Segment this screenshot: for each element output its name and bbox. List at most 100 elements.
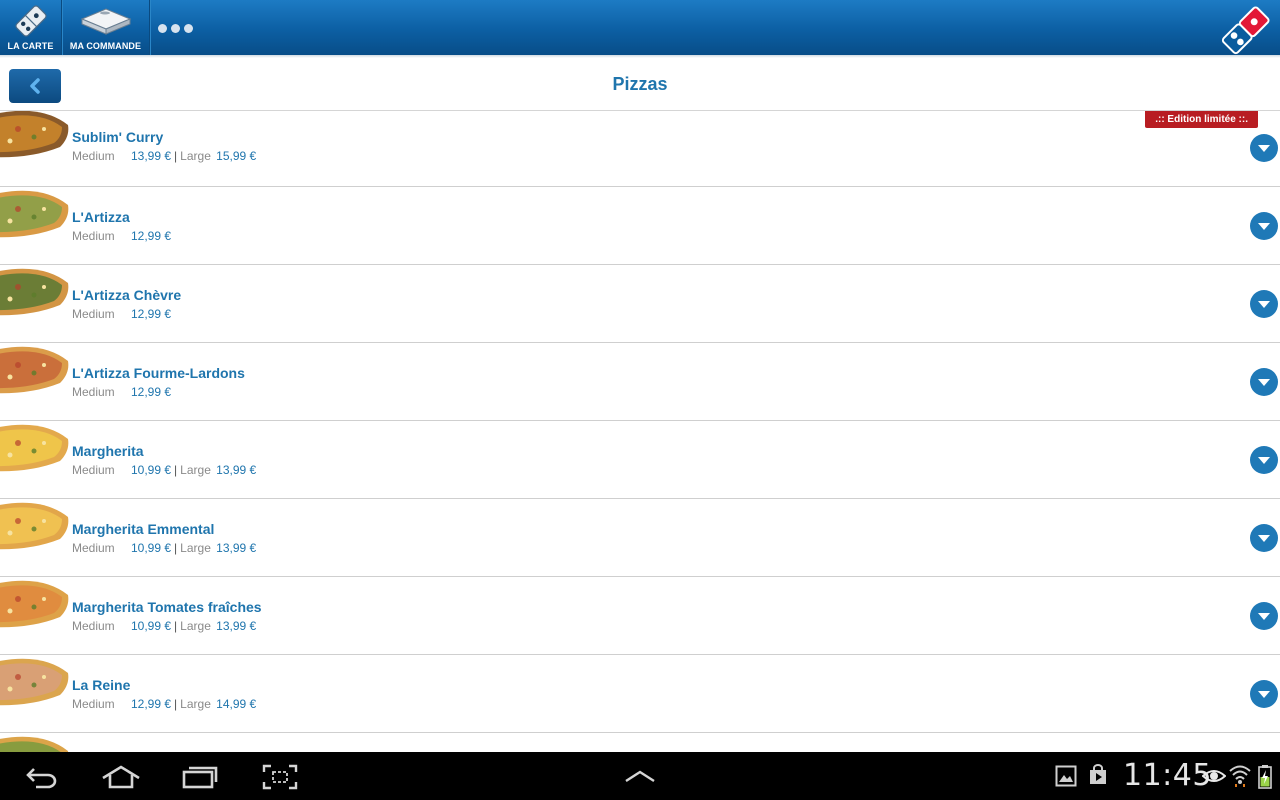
la-carte-label: LA CARTE	[7, 41, 54, 51]
pizza-prices: Medium 12,99 €	[72, 307, 171, 321]
domino-icon	[13, 0, 49, 41]
pizza-name: L'Artizza	[72, 209, 130, 225]
pizza-thumbnail	[0, 187, 70, 249]
chevron-down-icon	[1258, 690, 1270, 698]
price-value: 14,99 €	[216, 697, 257, 711]
pizza-row[interactable]: Margherita Medium 10,99 € | Large 13,99 €	[0, 421, 1280, 499]
pizza-box-icon	[78, 0, 134, 41]
pizza-row[interactable]: Margherita Tomates fraîches Medium 10,99 €…	[0, 577, 1280, 655]
expand-button[interactable]	[1250, 602, 1278, 630]
chevron-down-icon	[1258, 222, 1270, 230]
pizza-prices: Medium 12,99 €	[72, 385, 171, 399]
pizza-list: Sublim' Curry Medium 13,99 € | Large 15,99 €.…	[0, 111, 1280, 752]
pizza-name: Margherita Tomates fraîches	[72, 599, 262, 615]
pizza-thumbnail	[0, 265, 70, 327]
pizza-thumbnail	[0, 421, 70, 483]
up-chevron-icon[interactable]	[624, 769, 656, 783]
expand-button[interactable]	[1250, 680, 1278, 708]
size-label: Medium	[72, 619, 115, 633]
chevron-down-icon	[1258, 534, 1270, 542]
price-value: 12,99 €	[131, 229, 172, 243]
pizza-prices: Medium 12,99 € | Large 14,99 €	[72, 697, 256, 711]
price-value: 13,99 €	[216, 541, 257, 555]
pizza-row[interactable]: La Reine Medium 12,99 € | Large 14,99 €	[0, 655, 1280, 733]
pizza-thumbnail	[0, 577, 70, 639]
pizza-row[interactable]: L'Artizza Fourme-Lardons Medium 12,99 €	[0, 343, 1280, 421]
pizza-name: Sublim' Curry	[72, 129, 164, 145]
pizza-prices: Medium 13,99 € | Large 15,99 €	[72, 149, 256, 163]
price-value: 15,99 €	[216, 149, 257, 163]
size-label: Medium	[72, 229, 115, 243]
pizza-row[interactable]: Margherita Emmental Medium 10,99 € | Large 13…	[0, 499, 1280, 577]
recent-apps-icon[interactable]	[181, 765, 219, 789]
price-separator: |	[174, 541, 178, 555]
size-label: Large	[180, 619, 211, 633]
expand-button[interactable]	[1250, 524, 1278, 552]
screenshot-icon[interactable]	[262, 764, 298, 790]
pizza-row[interactable]: Sublim' Curry Medium 13,99 € | Large 15,99 €.…	[0, 111, 1280, 187]
pizza-thumbnail	[0, 343, 70, 405]
size-label: Medium	[72, 541, 115, 555]
la-carte-button[interactable]: LA CARTE	[0, 0, 61, 55]
size-label: Medium	[72, 307, 115, 321]
size-label: Large	[180, 149, 211, 163]
pizza-thumbnail	[0, 499, 70, 561]
wifi-icon	[1229, 765, 1251, 787]
clock: 11:45	[1123, 758, 1212, 793]
price-value: 13,99 €	[131, 149, 172, 163]
pizza-row[interactable]	[0, 733, 1280, 752]
pizza-name: La Reine	[72, 677, 131, 693]
expand-button[interactable]	[1250, 134, 1278, 162]
chevron-down-icon	[1258, 612, 1270, 620]
gallery-icon	[1055, 765, 1077, 787]
size-label: Large	[180, 541, 211, 555]
chevron-down-icon	[1258, 144, 1270, 152]
ellipsis-icon[interactable]	[158, 24, 193, 33]
toolbar-divider	[149, 0, 150, 55]
ma-commande-label: MA COMMANDE	[69, 41, 142, 51]
pizza-prices: Medium 10,99 € | Large 13,99 €	[72, 463, 256, 477]
price-value: 10,99 €	[131, 541, 172, 555]
expand-button[interactable]	[1250, 368, 1278, 396]
price-value: 12,99 €	[131, 307, 172, 321]
pizza-name: L'Artizza Chèvre	[72, 287, 182, 303]
ma-commande-button[interactable]: MA COMMANDE	[62, 0, 149, 55]
size-label: Medium	[72, 697, 115, 711]
price-separator: |	[174, 149, 178, 163]
size-label: Large	[180, 697, 211, 711]
expand-button[interactable]	[1250, 446, 1278, 474]
pizza-prices: Medium 10,99 € | Large 13,99 €	[72, 541, 256, 555]
pizza-thumbnail	[0, 111, 70, 169]
price-separator: |	[174, 619, 178, 633]
pizza-thumbnail	[0, 655, 70, 717]
chevron-down-icon	[1258, 456, 1270, 464]
eye-icon	[1202, 770, 1226, 782]
size-label: Large	[180, 463, 211, 477]
price-value: 10,99 €	[131, 463, 172, 477]
price-value: 13,99 €	[216, 463, 257, 477]
dominos-logo	[1216, 2, 1274, 60]
android-system-bar: 11:45	[0, 752, 1280, 800]
size-label: Medium	[72, 463, 115, 477]
page-title: Pizzas	[612, 74, 668, 94]
title-bar: Pizzas	[0, 55, 1280, 111]
chevron-down-icon	[1258, 378, 1270, 386]
play-store-icon	[1090, 764, 1106, 784]
price-separator: |	[174, 463, 178, 477]
price-separator: |	[174, 697, 178, 711]
back-icon[interactable]	[24, 765, 60, 789]
home-icon[interactable]	[100, 764, 142, 790]
pizza-name: Margherita	[72, 443, 144, 459]
price-value: 12,99 €	[131, 385, 172, 399]
app-toolbar: LA CARTE MA COMMANDE	[0, 0, 1280, 55]
limited-edition-badge: .:: Edition limitée ::.	[1145, 111, 1258, 128]
pizza-prices: Medium 12,99 €	[72, 229, 171, 243]
pizza-row[interactable]: L'Artizza Chèvre Medium 12,99 €	[0, 265, 1280, 343]
size-label: Medium	[72, 149, 115, 163]
title-bar-shadow	[0, 55, 1280, 58]
size-label: Medium	[72, 385, 115, 399]
expand-button[interactable]	[1250, 212, 1278, 240]
pizza-row[interactable]: L'Artizza Medium 12,99 €	[0, 187, 1280, 265]
battery-icon	[1258, 765, 1272, 789]
expand-button[interactable]	[1250, 290, 1278, 318]
